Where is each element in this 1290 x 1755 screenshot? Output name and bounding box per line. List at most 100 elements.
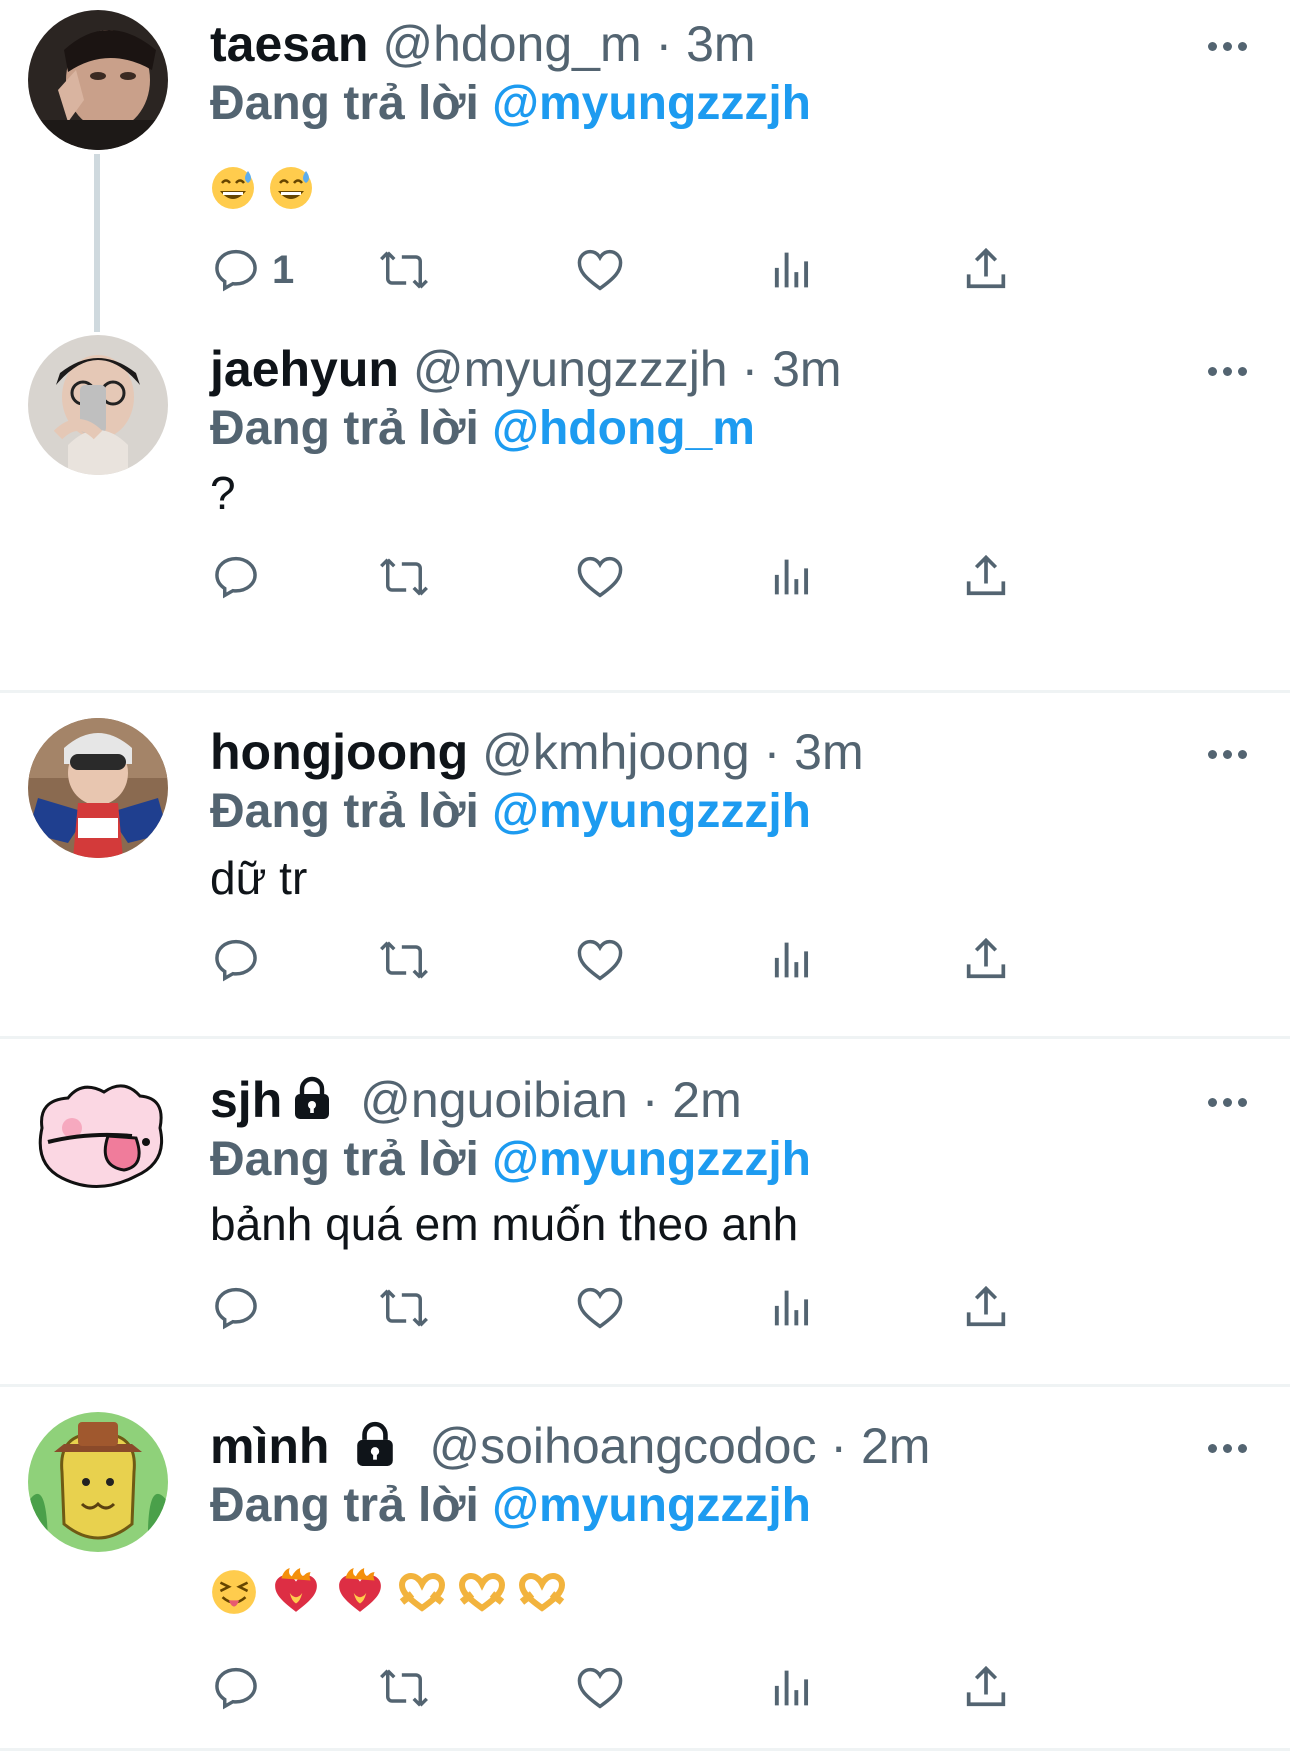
replying-to: Đang trả lời @myungzzzjh <box>210 1476 811 1536</box>
lock-icon <box>295 1076 330 1119</box>
tweet-header: sjh @nguoibian · 2m <box>210 1070 742 1130</box>
views-button[interactable] <box>766 242 818 298</box>
heart-icon <box>577 556 623 598</box>
separator: · <box>830 1418 848 1474</box>
like-button[interactable] <box>574 549 626 605</box>
replying-to-handle[interactable]: @myungzzzjh <box>492 785 811 838</box>
tweet-actions <box>210 1280 1150 1340</box>
reply-button[interactable]: 1 <box>210 242 294 298</box>
share-button[interactable] <box>960 932 1012 988</box>
reply-icon <box>215 556 257 599</box>
reply-button[interactable] <box>210 1660 262 1716</box>
tweet[interactable]: taesan @hdong_m · 3m Đang trả lời @myung… <box>0 10 1290 340</box>
retweet-icon <box>380 1289 428 1327</box>
share-icon <box>966 1665 1006 1707</box>
avatar[interactable] <box>28 718 168 858</box>
retweet-button[interactable] <box>378 549 430 605</box>
separator: · <box>763 724 781 780</box>
handle[interactable]: @nguoibian <box>360 1072 628 1128</box>
more-icon[interactable] <box>1208 1442 1248 1456</box>
handle[interactable]: @soihoangcodoc <box>429 1418 816 1474</box>
reply-button[interactable] <box>210 1280 262 1336</box>
tweet[interactable]: hongjoong @kmhjoong · 3m Đang trả lời @m… <box>0 718 1290 1018</box>
retweet-button[interactable] <box>378 1280 430 1336</box>
divider <box>0 1036 1290 1039</box>
heart-hands-emoji <box>518 1572 566 1612</box>
share-icon <box>966 937 1006 979</box>
retweet-icon <box>380 251 428 289</box>
tweet[interactable]: jaehyun @myungzzzjh · 3m Đang trả lời @h… <box>0 335 1290 615</box>
tweet-header: hongjoong @kmhjoong · 3m <box>210 722 864 782</box>
tweet-actions <box>210 549 1150 609</box>
reply-icon <box>215 1667 257 1710</box>
display-name[interactable]: sjh <box>210 1072 282 1128</box>
timestamp[interactable]: 3m <box>686 16 755 72</box>
share-button[interactable] <box>960 242 1012 298</box>
tweet[interactable]: mình @soihoangcodoc · 2m Đang trả lời @m… <box>0 1412 1290 1742</box>
display-name[interactable]: taesan <box>210 16 368 72</box>
separator: · <box>655 16 673 72</box>
timestamp[interactable]: 3m <box>772 341 841 397</box>
replying-to-handle[interactable]: @hdong_m <box>492 402 755 455</box>
like-button[interactable] <box>574 242 626 298</box>
like-button[interactable] <box>574 1280 626 1336</box>
retweet-button[interactable] <box>378 932 430 988</box>
tweet[interactable]: sjh @nguoibian · 2m Đang trả lời @myungz… <box>0 1066 1290 1366</box>
views-button[interactable] <box>766 549 818 605</box>
heart-hands-emoji <box>398 1572 446 1612</box>
views-button[interactable] <box>766 932 818 988</box>
replying-to-handle[interactable]: @myungzzzjh <box>492 77 811 130</box>
display-name[interactable]: jaehyun <box>210 341 399 397</box>
replying-to: Đang trả lời @myungzzzjh <box>210 782 811 842</box>
separator: · <box>641 1072 659 1128</box>
avatar[interactable] <box>28 1066 168 1206</box>
more-icon[interactable] <box>1208 748 1248 762</box>
tweet-text: ? <box>210 467 236 519</box>
squinting-tongue-emoji <box>212 1569 256 1614</box>
reply-icon <box>215 1287 257 1330</box>
share-button[interactable] <box>960 549 1012 605</box>
reply-count: 1 <box>272 247 295 292</box>
retweet-button[interactable] <box>378 1660 430 1716</box>
replying-to-label: Đang trả lời <box>210 1479 479 1532</box>
share-button[interactable] <box>960 1280 1012 1336</box>
more-icon[interactable] <box>1208 1096 1248 1110</box>
like-button[interactable] <box>574 932 626 988</box>
replying-to-handle[interactable]: @myungzzzjh <box>492 1133 811 1186</box>
retweet-button[interactable] <box>378 242 430 298</box>
reply-button[interactable] <box>210 549 262 605</box>
handle[interactable]: @hdong_m <box>382 16 641 72</box>
avatar[interactable] <box>28 1412 168 1552</box>
more-icon[interactable] <box>1208 365 1248 379</box>
analytics-icon <box>774 942 809 978</box>
like-button[interactable] <box>574 1660 626 1716</box>
heart-on-fire-emoji <box>275 1567 317 1612</box>
share-button[interactable] <box>960 1660 1012 1716</box>
tweet-text <box>210 154 326 214</box>
avatar[interactable] <box>28 335 168 475</box>
avatar-photo <box>28 1066 168 1206</box>
handle[interactable]: @kmhjoong <box>482 724 750 780</box>
reply-button[interactable] <box>210 932 262 988</box>
retweet-icon <box>380 941 428 979</box>
views-button[interactable] <box>766 1280 818 1336</box>
display-name[interactable]: mình <box>210 1418 329 1474</box>
lock-icon <box>357 1421 394 1466</box>
tweet-header: taesan @hdong_m · 3m <box>210 14 756 74</box>
analytics-icon <box>774 1670 809 1706</box>
avatar-photo <box>28 335 168 475</box>
timestamp[interactable]: 3m <box>794 724 863 780</box>
replying-to-handle[interactable]: @myungzzzjh <box>492 1479 811 1532</box>
avatar[interactable] <box>28 10 168 150</box>
timestamp[interactable]: 2m <box>672 1072 741 1128</box>
share-icon <box>966 247 1006 289</box>
thread-line <box>94 154 100 332</box>
more-icon[interactable] <box>1208 40 1248 54</box>
heart-on-fire-emoji <box>339 1567 381 1612</box>
views-button[interactable] <box>766 1660 818 1716</box>
display-name[interactable]: hongjoong <box>210 724 468 780</box>
heart-icon <box>577 1667 623 1709</box>
timestamp[interactable]: 2m <box>861 1418 930 1474</box>
handle[interactable]: @myungzzzjh <box>413 341 728 397</box>
tweet-actions <box>210 1660 1150 1720</box>
